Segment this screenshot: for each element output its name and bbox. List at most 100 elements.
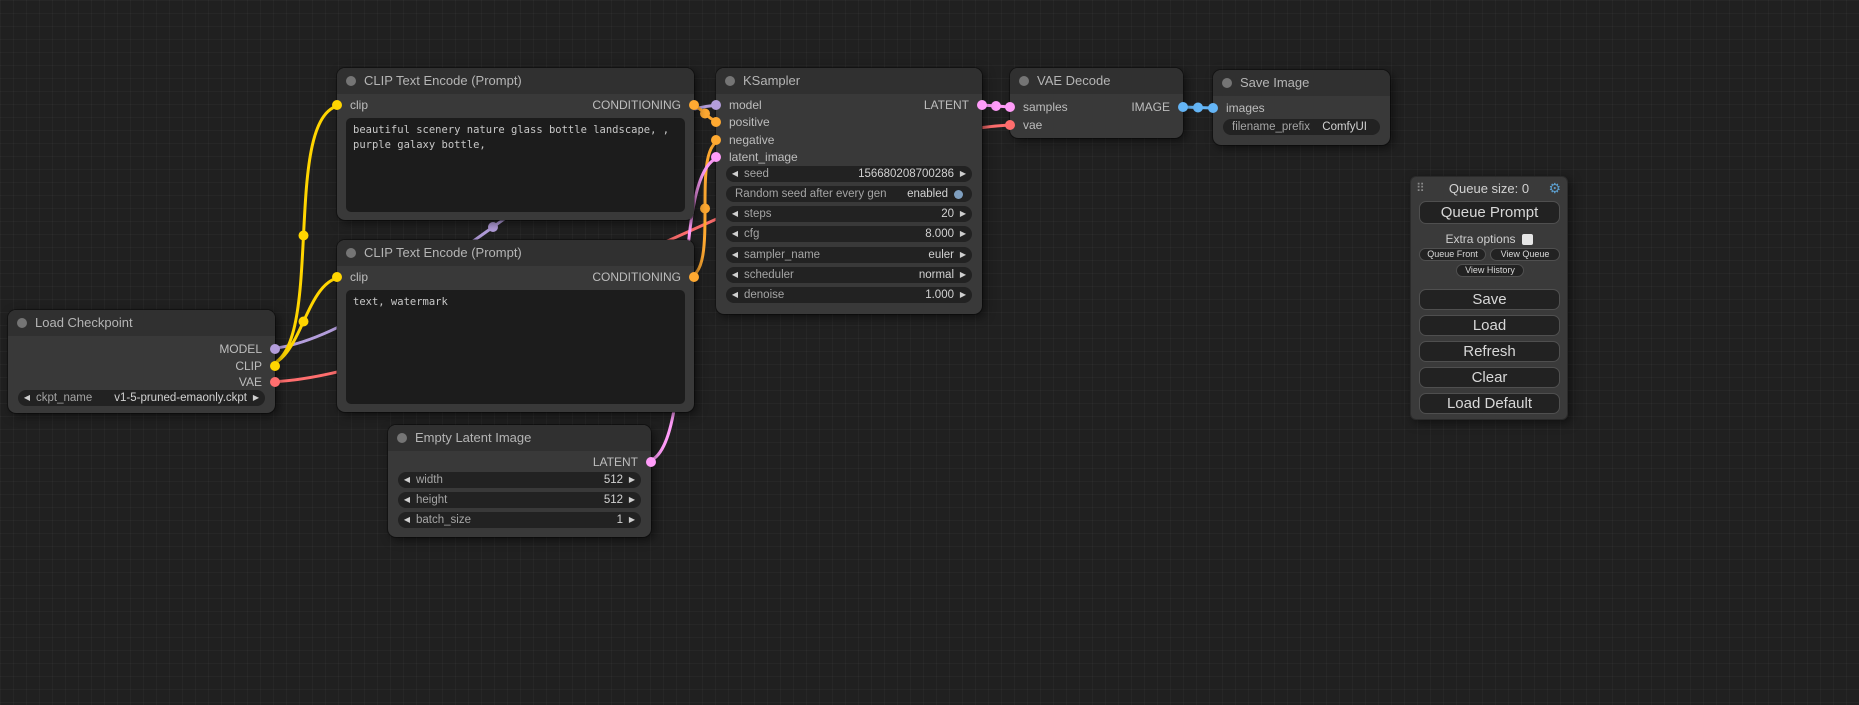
decrement-icon[interactable]: ◀ <box>398 512 416 528</box>
increment-icon[interactable]: ▶ <box>954 166 972 182</box>
load-default-button[interactable]: Load Default <box>1419 393 1560 414</box>
output-label-image: IMAGE <box>1131 100 1170 114</box>
widget-steps[interactable]: ◀ steps 20 ▶ <box>726 206 972 222</box>
node-clip-text-encode-negative[interactable]: CLIP Text Encode (Prompt) clip CONDITION… <box>337 240 694 412</box>
port-model-output[interactable] <box>270 344 280 354</box>
increment-icon[interactable]: ▶ <box>623 472 641 488</box>
port-latent-output[interactable] <box>977 100 987 110</box>
port-vae-input[interactable] <box>1005 120 1015 130</box>
decrement-icon[interactable]: ◀ <box>726 287 744 303</box>
link-midpoint-dot <box>299 317 309 327</box>
increment-icon[interactable]: ▶ <box>954 267 972 283</box>
node-status-dot <box>346 248 356 258</box>
port-vae-output[interactable] <box>270 377 280 387</box>
widget-cfg[interactable]: ◀ cfg 8.000 ▶ <box>726 226 972 242</box>
save-button[interactable]: Save <box>1419 289 1560 310</box>
port-clip-input[interactable] <box>332 100 342 110</box>
increment-icon[interactable]: ▶ <box>623 492 641 508</box>
decrement-icon[interactable]: ◀ <box>398 472 416 488</box>
port-latent-image-input[interactable] <box>711 152 721 162</box>
extra-options-checkbox[interactable] <box>1522 234 1533 245</box>
port-clip-output[interactable] <box>270 361 280 371</box>
link-midpoint-dot <box>991 101 1001 111</box>
port-negative-input[interactable] <box>711 135 721 145</box>
output-label-vae: VAE <box>239 375 262 389</box>
node-title: CLIP Text Encode (Prompt) <box>364 73 522 88</box>
port-clip-input[interactable] <box>332 272 342 282</box>
widget-random-seed-toggle[interactable]: Random seed after every gen enabled <box>726 186 972 202</box>
link-midpoint-dot <box>1193 103 1203 113</box>
queue-size-label: Queue size: 0 <box>1411 181 1567 197</box>
widget-seed[interactable]: ◀ seed 156680208700286 ▶ <box>726 166 972 182</box>
increment-icon[interactable]: ▶ <box>954 206 972 222</box>
port-images-input[interactable] <box>1208 103 1218 113</box>
wire-clip-positive <box>263 105 344 366</box>
node-status-dot <box>346 76 356 86</box>
link-midpoint-dot <box>299 231 309 241</box>
node-load-checkpoint[interactable]: Load Checkpoint MODEL CLIP VAE ◀ ckpt_na… <box>8 310 275 413</box>
node-title: Save Image <box>1240 75 1309 90</box>
output-label-latent: LATENT <box>593 455 638 469</box>
node-title: Empty Latent Image <box>415 430 531 445</box>
input-label-images: images <box>1226 101 1265 115</box>
widget-scheduler[interactable]: ◀ scheduler normal ▶ <box>726 267 972 283</box>
queue-prompt-button[interactable]: Queue Prompt <box>1419 201 1560 224</box>
widget-width[interactable]: ◀ width 512 ▶ <box>398 472 641 488</box>
increment-icon[interactable]: ▶ <box>954 226 972 242</box>
decrement-icon[interactable]: ◀ <box>726 166 744 182</box>
node-canvas[interactable]: Load Checkpoint MODEL CLIP VAE ◀ ckpt_na… <box>0 0 1859 705</box>
node-save-image[interactable]: Save Image images filename_prefix ComfyU… <box>1213 70 1390 145</box>
decrement-icon[interactable]: ◀ <box>726 247 744 263</box>
queue-front-button[interactable]: Queue Front <box>1419 248 1486 261</box>
input-label-negative: negative <box>729 133 774 147</box>
input-label-latent-image: latent_image <box>729 150 798 164</box>
decrement-icon[interactable]: ◀ <box>726 206 744 222</box>
decrement-icon[interactable]: ◀ <box>398 492 416 508</box>
node-vae-decode[interactable]: VAE Decode samples vae IMAGE <box>1010 68 1183 138</box>
increment-icon[interactable]: ▶ <box>247 390 265 406</box>
clear-button[interactable]: Clear <box>1419 367 1560 388</box>
link-midpoint-dot <box>488 222 498 232</box>
increment-icon[interactable]: ▶ <box>954 287 972 303</box>
positive-prompt-text[interactable]: beautiful scenery nature glass bottle la… <box>346 118 685 212</box>
load-button[interactable]: Load <box>1419 315 1560 336</box>
node-title: VAE Decode <box>1037 73 1110 88</box>
port-image-output[interactable] <box>1178 102 1188 112</box>
widget-batch-size[interactable]: ◀ batch_size 1 ▶ <box>398 512 641 528</box>
widget-height[interactable]: ◀ height 512 ▶ <box>398 492 641 508</box>
node-ksampler[interactable]: KSampler model positive negative latent_… <box>716 68 982 314</box>
widget-ckpt-name[interactable]: ◀ ckpt_name v1-5-pruned-emaonly.ckpt ▶ <box>18 390 265 406</box>
node-status-dot <box>1019 76 1029 86</box>
node-clip-text-encode-positive[interactable]: CLIP Text Encode (Prompt) clip CONDITION… <box>337 68 694 220</box>
widget-sampler-name[interactable]: ◀ sampler_name euler ▶ <box>726 247 972 263</box>
view-history-button[interactable]: View History <box>1456 264 1524 277</box>
output-label-latent: LATENT <box>924 98 969 112</box>
node-status-dot <box>397 433 407 443</box>
refresh-button[interactable]: Refresh <box>1419 341 1560 362</box>
decrement-icon[interactable]: ◀ <box>18 390 36 406</box>
decrement-icon[interactable]: ◀ <box>726 267 744 283</box>
node-status-dot <box>1222 78 1232 88</box>
widget-denoise[interactable]: ◀ denoise 1.000 ▶ <box>726 287 972 303</box>
input-label-positive: positive <box>729 115 770 129</box>
gear-icon[interactable]: ⚙ <box>1548 180 1561 196</box>
view-queue-button[interactable]: View Queue <box>1490 248 1560 261</box>
port-conditioning-output[interactable] <box>689 100 699 110</box>
increment-icon[interactable]: ▶ <box>954 247 972 263</box>
port-latent-output[interactable] <box>646 457 656 467</box>
port-model-input[interactable] <box>711 100 721 110</box>
negative-prompt-text[interactable]: text, watermark <box>346 290 685 404</box>
port-positive-input[interactable] <box>711 117 721 127</box>
toggle-dot[interactable] <box>954 190 963 199</box>
increment-icon[interactable]: ▶ <box>623 512 641 528</box>
input-label-model: model <box>729 98 762 112</box>
port-samples-input[interactable] <box>1005 102 1015 112</box>
queue-panel: ⠿ Queue size: 0 ⚙ Queue Prompt Extra opt… <box>1410 176 1568 420</box>
widget-filename-prefix[interactable]: filename_prefix ComfyUI <box>1223 119 1380 135</box>
node-status-dot <box>725 76 735 86</box>
port-conditioning-output[interactable] <box>689 272 699 282</box>
decrement-icon[interactable]: ◀ <box>726 226 744 242</box>
node-title: Load Checkpoint <box>35 315 133 330</box>
output-label-conditioning: CONDITIONING <box>592 98 681 112</box>
node-empty-latent-image[interactable]: Empty Latent Image LATENT ◀ width 512 ▶ … <box>388 425 651 537</box>
